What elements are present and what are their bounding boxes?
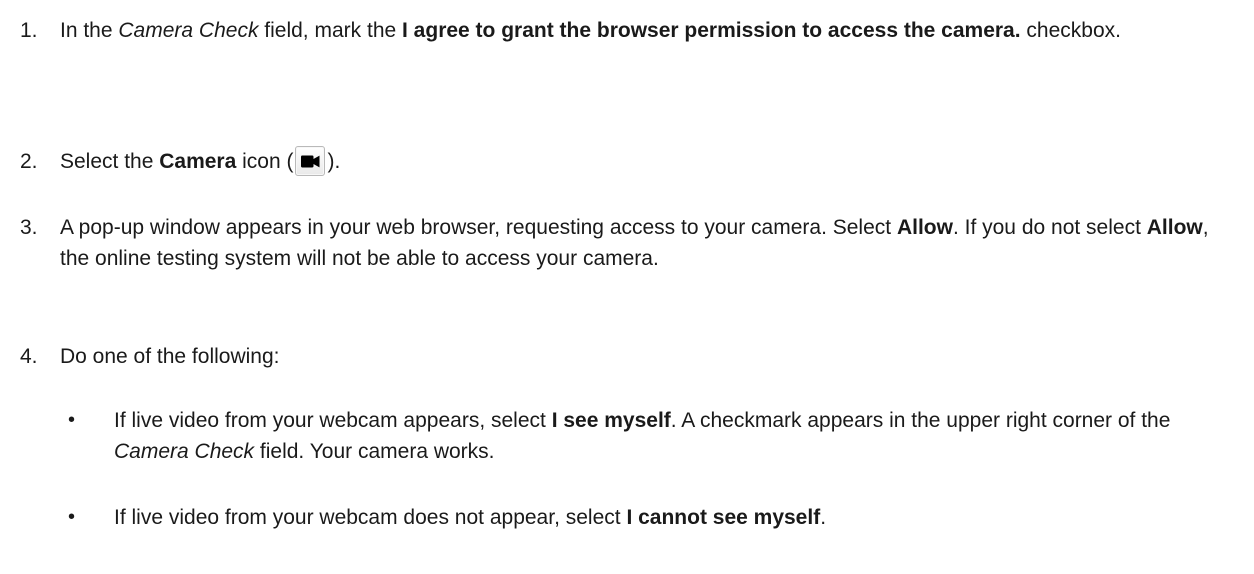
allow-label: Allow — [1146, 216, 1203, 239]
step-2: 2. Select the Camera icon (). — [20, 146, 1240, 177]
step-number: 4. — [20, 345, 38, 368]
icon-label: Camera — [159, 150, 237, 173]
step-text: In the Camera Check field, mark the I ag… — [60, 19, 1121, 42]
allow-label: Allow — [896, 216, 953, 239]
step-4: 4. Do one of the following: — [20, 341, 1240, 372]
video-camera-icon — [295, 146, 326, 176]
checkbox-label: I agree to grant the browser permission … — [402, 19, 1021, 42]
option-label: I see myself — [551, 409, 671, 432]
field-name: Camera Check — [118, 19, 259, 42]
step-1: 1. In the Camera Check field, mark the I… — [20, 15, 1240, 46]
field-name: Camera Check — [114, 440, 255, 463]
bullet-icon: • — [68, 506, 76, 528]
option-label: I cannot see myself — [626, 506, 821, 529]
step-text: Do one of the following: — [60, 345, 280, 368]
bullet-text: If live video from your webcam does not … — [114, 506, 827, 529]
bullet-item-see-myself: • If live video from your webcam appears… — [40, 405, 1240, 467]
step-number: 1. — [20, 19, 38, 42]
step-3: 3. A pop-up window appears in your web b… — [20, 212, 1240, 274]
bullet-icon: • — [68, 409, 76, 431]
bullet-text: If live video from your webcam appears, … — [114, 409, 1171, 463]
step-number: 2. — [20, 150, 38, 173]
step-number: 3. — [20, 216, 38, 239]
step-text: A pop-up window appears in your web brow… — [60, 216, 1209, 270]
bullet-item-cannot-see-myself: • If live video from your webcam does no… — [40, 502, 1240, 533]
step-text: Select the Camera icon (). — [60, 146, 1240, 177]
